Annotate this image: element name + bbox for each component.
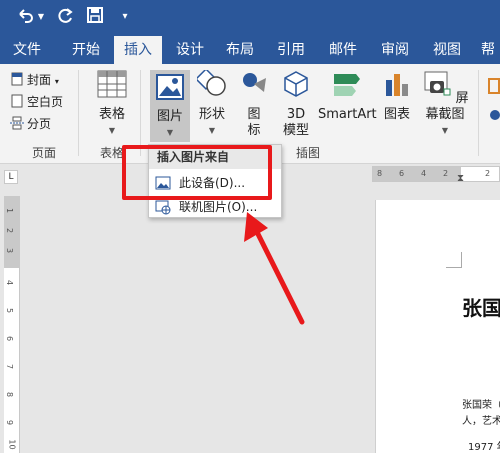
group-label-pages: 页面 bbox=[31, 146, 56, 160]
3d-models-button[interactable]: 3D 模型 bbox=[278, 70, 314, 139]
ruler-mark: 2 bbox=[485, 169, 491, 178]
group-separator bbox=[78, 70, 79, 156]
pictures-label: 图片 bbox=[156, 109, 183, 124]
smartart-button[interactable]: SmartArt bbox=[318, 70, 377, 123]
chart-button[interactable]: 图表 bbox=[380, 70, 414, 123]
group-label-tables: 表格 bbox=[99, 146, 124, 160]
screenshot-icon bbox=[424, 71, 451, 96]
this-device-menu-item[interactable]: 此设备(D)... bbox=[149, 171, 281, 195]
ruler-mark: 2 bbox=[443, 169, 449, 178]
tab-review[interactable]: 审阅 bbox=[372, 36, 418, 64]
save-icon[interactable] bbox=[84, 6, 106, 28]
ruler-mark: 6 bbox=[5, 335, 15, 342]
tab-insert[interactable]: 插入 bbox=[114, 36, 162, 64]
ribbon-tab-bar: 文件 开始 插入 设计 布局 引用 邮件 审阅 视图 帮 bbox=[0, 36, 500, 64]
chart-label: 图表 bbox=[383, 107, 410, 122]
smartart-label: SmartArt bbox=[318, 107, 377, 122]
ruler-mark: 4 bbox=[421, 169, 427, 178]
tab-home[interactable]: 开始 bbox=[62, 36, 110, 64]
picture-icon bbox=[156, 74, 184, 100]
ruler-mark: 2 bbox=[5, 227, 15, 234]
group-separator bbox=[478, 70, 479, 156]
title-bar: ▼ ▾ bbox=[0, 0, 500, 36]
tab-references[interactable]: 引用 bbox=[268, 36, 314, 64]
document-page[interactable]: 张国 张国荣（ 人，艺术 1977 年 bbox=[375, 200, 500, 453]
redo-icon[interactable] bbox=[54, 6, 76, 28]
ruler-mark: 10 bbox=[7, 439, 17, 450]
horizontal-ruler[interactable]: 8 6 4 2 2 ⧗ bbox=[372, 166, 500, 184]
insert-picture-dropdown: 插入图片来自 此设备(D)... 联机图片(O)... bbox=[148, 144, 282, 218]
undo-icon[interactable] bbox=[14, 6, 36, 28]
ruler-mark: 8 bbox=[377, 169, 383, 178]
group-separator bbox=[140, 70, 141, 156]
pictures-button[interactable]: 图片 ▼ bbox=[150, 70, 190, 142]
customize-icon[interactable]: ▾ bbox=[114, 6, 136, 28]
online-picture-icon bbox=[155, 200, 171, 215]
tab-design[interactable]: 设计 bbox=[166, 36, 214, 64]
tab-layout[interactable]: 布局 bbox=[218, 36, 262, 64]
3d-models-label-line1: 3D bbox=[286, 107, 306, 122]
chart-icon bbox=[386, 74, 408, 96]
blank-page-button[interactable]: 空白页 bbox=[10, 92, 63, 112]
page-break-icon bbox=[10, 116, 24, 130]
3d-cube-icon bbox=[284, 71, 308, 97]
tab-mailings[interactable]: 邮件 bbox=[320, 36, 366, 64]
table-icon bbox=[97, 70, 127, 98]
this-device-label: 此设备(D)... bbox=[179, 176, 246, 190]
smartart-icon bbox=[334, 74, 360, 96]
table-label: 表格 bbox=[98, 107, 125, 122]
page-break-button[interactable]: 分页 bbox=[10, 114, 51, 134]
ruler-mark: 3 bbox=[5, 247, 15, 254]
tab-view[interactable]: 视图 bbox=[424, 36, 470, 64]
document-paragraph-line: 张国荣（ bbox=[462, 400, 500, 411]
document-paragraph-line: 人，艺术 bbox=[462, 416, 500, 427]
ruler-mark: 5 bbox=[5, 307, 15, 314]
tab-help[interactable]: 帮 bbox=[476, 36, 500, 64]
addins-icon[interactable] bbox=[488, 78, 500, 94]
3d-models-label-line2: 模型 bbox=[282, 123, 309, 138]
document-heading: 张国 bbox=[462, 296, 500, 320]
undo-dropdown-icon[interactable]: ▼ bbox=[36, 6, 46, 28]
blank-page-label: 空白页 bbox=[27, 95, 64, 109]
tab-stop-selector[interactable]: L bbox=[4, 170, 18, 184]
ruler-mark: 8 bbox=[5, 391, 15, 398]
icons-label-line2: 标 bbox=[247, 123, 261, 138]
online-pictures-menu-item[interactable]: 联机图片(O)... bbox=[149, 195, 281, 219]
blank-page-icon bbox=[11, 94, 23, 108]
icons-button[interactable]: 图 标 bbox=[238, 70, 270, 139]
icons-gallery-icon bbox=[243, 73, 266, 92]
online-pictures-label: 联机图片(O)... bbox=[179, 200, 258, 214]
ruler-mark: 7 bbox=[5, 363, 15, 370]
vertical-ruler[interactable]: 1 2 3 4 5 6 7 8 9 10 bbox=[4, 196, 20, 453]
margin-corner-mark bbox=[446, 252, 462, 268]
table-button[interactable]: 表格 ▼ bbox=[90, 70, 134, 139]
cover-page-icon bbox=[11, 72, 23, 86]
tab-file[interactable]: 文件 bbox=[4, 36, 50, 64]
group-label-illustrations: 插图 bbox=[295, 146, 320, 160]
cover-page-button[interactable]: 封面 ▾ bbox=[10, 70, 59, 90]
page-break-label: 分页 bbox=[27, 117, 52, 131]
document-paragraph-line: 1977 年 bbox=[468, 442, 500, 453]
ruler-mark: 4 bbox=[5, 279, 15, 286]
ruler-mark: 1 bbox=[5, 207, 15, 214]
shapes-button[interactable]: 形状 ▼ bbox=[194, 68, 230, 139]
shapes-label: 形状 bbox=[198, 107, 225, 122]
device-picture-icon bbox=[155, 176, 171, 190]
screenshot-button[interactable]: 屏幕截图 ▼ bbox=[418, 70, 472, 139]
cover-page-label: 封面 bbox=[27, 73, 52, 87]
dropdown-header: 插入图片来自 bbox=[149, 145, 281, 169]
ruler-mark: 6 bbox=[399, 169, 405, 178]
addins-icon-2[interactable] bbox=[490, 110, 500, 120]
shapes-icon bbox=[195, 68, 226, 96]
indent-marker-icon[interactable]: ⧗ bbox=[457, 173, 464, 184]
ruler-mark: 9 bbox=[5, 419, 15, 426]
icons-label-line1: 图 bbox=[247, 107, 261, 122]
